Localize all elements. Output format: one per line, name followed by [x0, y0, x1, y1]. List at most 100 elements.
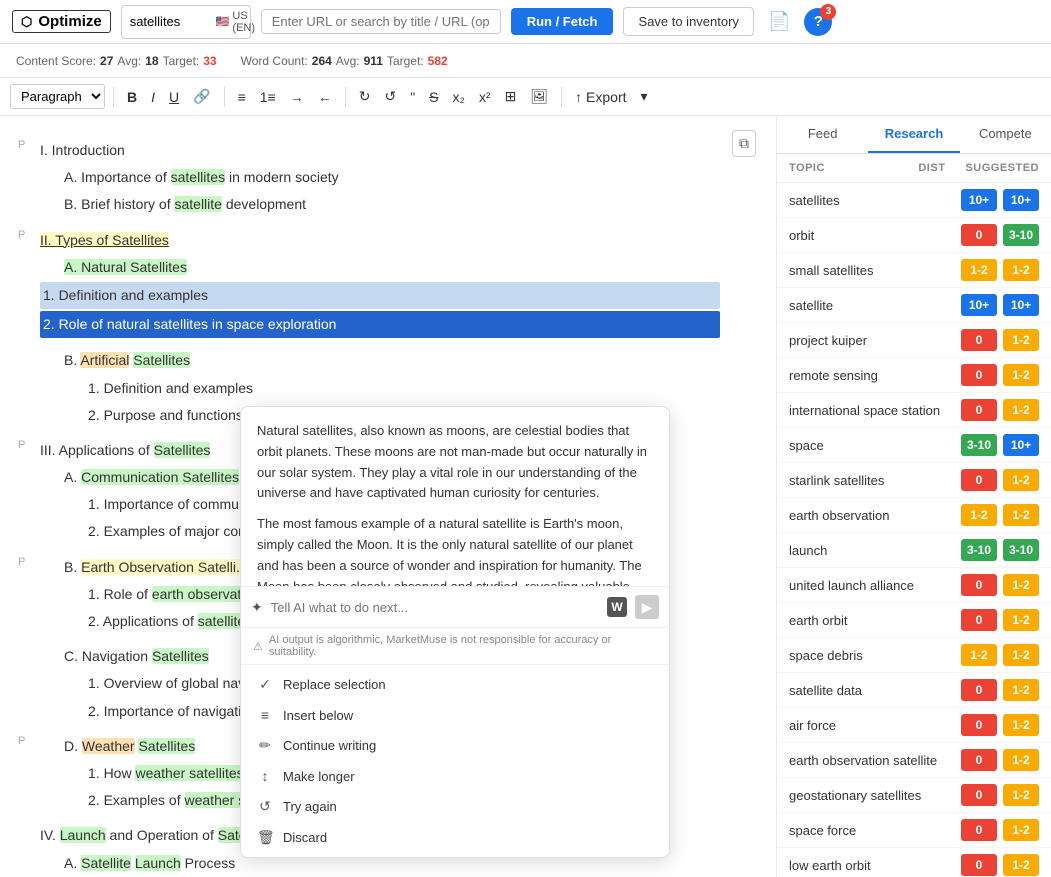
- ai-text-para2: The most famous example of a natural sat…: [257, 514, 653, 587]
- topic-name: geostationary satellites: [789, 788, 955, 803]
- topic-row[interactable]: remote sensing 0 1-2: [777, 358, 1051, 393]
- replace-selection-action[interactable]: ✓ Replace selection: [241, 669, 669, 700]
- tab-compete[interactable]: Compete: [960, 116, 1051, 153]
- outdent-button[interactable]: ←: [313, 86, 337, 108]
- superscript-button[interactable]: x²: [474, 86, 496, 108]
- help-badge[interactable]: ? 3: [804, 8, 832, 36]
- suggested-badge: 1-2: [1003, 504, 1039, 526]
- bold-button[interactable]: B: [122, 86, 142, 108]
- word-count-stat: Word Count: 264 Avg: 911 Target: 582: [241, 54, 448, 68]
- underline-button[interactable]: U: [164, 86, 184, 108]
- topic-row[interactable]: international space station 0 1-2: [777, 393, 1051, 428]
- ai-input-area[interactable]: ✦ W ▶: [241, 587, 669, 628]
- dist-badge: 0: [961, 224, 997, 246]
- keyword-highlight: Communication Satellites: [81, 469, 239, 485]
- stats-bar: Content Score: 27 Avg: 18 Target: 33 Wor…: [0, 44, 1051, 78]
- insert-below-action[interactable]: ≡ Insert below: [241, 700, 669, 730]
- suggested-badge: 10+: [1003, 434, 1039, 456]
- topic-row[interactable]: satellite 10+ 10+: [777, 288, 1051, 323]
- topic-name: earth observation satellite: [789, 753, 955, 768]
- toolbar-separator-2: [224, 87, 225, 107]
- keyword-input[interactable]: [130, 14, 210, 29]
- ai-w-badge: W: [607, 597, 627, 617]
- suggested-badge: 1-2: [1003, 574, 1039, 596]
- toolbar-separator-4: [561, 87, 562, 107]
- tab-feed[interactable]: Feed: [777, 116, 868, 153]
- italic-button[interactable]: I: [146, 86, 160, 108]
- topic-row[interactable]: starlink satellites 0 1-2: [777, 463, 1051, 498]
- table-button[interactable]: ⊞: [500, 85, 522, 108]
- keyword-highlight: Satellite: [81, 855, 131, 871]
- dist-badge: 0: [961, 714, 997, 736]
- suggested-badge: 1-2: [1003, 329, 1039, 351]
- save-to-inventory-button[interactable]: Save to inventory: [623, 7, 753, 36]
- topic-row[interactable]: low earth orbit 0 1-2: [777, 848, 1051, 877]
- dist-badge: 3-10: [961, 539, 997, 561]
- ai-send-button[interactable]: ▶: [635, 595, 659, 619]
- discard-action[interactable]: 🗑 Discard: [241, 822, 669, 853]
- topic-name: remote sensing: [789, 368, 955, 383]
- editor-line-selected: 1. Definition and examples: [40, 282, 720, 309]
- topic-row[interactable]: earth observation satellite 0 1-2: [777, 743, 1051, 778]
- make-longer-action[interactable]: ↕ Make longer: [241, 761, 669, 791]
- more-button[interactable]: ▾: [636, 85, 653, 108]
- tab-research[interactable]: Research: [868, 116, 959, 153]
- toolbar-separator-3: [345, 87, 346, 107]
- keyword-search-box[interactable]: 🇺🇸 US (EN): [121, 5, 251, 39]
- editor-area[interactable]: ⧉ P I. Introduction A. Importance of sat…: [0, 116, 776, 877]
- topic-row[interactable]: project kuiper 0 1-2: [777, 323, 1051, 358]
- suggested-badge: 1-2: [1003, 679, 1039, 701]
- keyword-highlight: earth observatio: [152, 586, 252, 602]
- right-panel: Feed Research Compete TOPIC DIST SUGGEST…: [776, 116, 1051, 877]
- topic-row[interactable]: air force 0 1-2: [777, 708, 1051, 743]
- suggested-badge: 1-2: [1003, 399, 1039, 421]
- keyword-highlight: Weather: [82, 738, 135, 754]
- ordered-list-button[interactable]: 1≡: [255, 86, 281, 108]
- try-again-action[interactable]: ↺ Try again: [241, 791, 669, 822]
- topic-row[interactable]: space debris 1-2 1-2: [777, 638, 1051, 673]
- subscript-button[interactable]: x₂: [448, 86, 470, 108]
- dist-badge: 0: [961, 399, 997, 421]
- blockquote-button[interactable]: ": [405, 86, 420, 108]
- topic-row[interactable]: earth orbit 0 1-2: [777, 603, 1051, 638]
- export-button[interactable]: ↑ Export: [570, 86, 631, 108]
- p-marker: P: [18, 136, 25, 156]
- retry-icon: ↺: [257, 798, 273, 815]
- topic-row[interactable]: launch 3-10 3-10: [777, 533, 1051, 568]
- document-icon-button[interactable]: 📄: [764, 7, 794, 36]
- paragraph-select[interactable]: Paragraph Heading 1 Heading 2: [10, 84, 105, 109]
- suggested-badge: 1-2: [1003, 854, 1039, 876]
- topic-row[interactable]: space 3-10 10+: [777, 428, 1051, 463]
- suggested-badge: 1-2: [1003, 749, 1039, 771]
- ai-text-input[interactable]: [271, 600, 599, 615]
- dist-badge: 0: [961, 574, 997, 596]
- undo-button[interactable]: ↺: [379, 85, 401, 108]
- suggested-badge: 10+: [1003, 189, 1039, 211]
- redo-button[interactable]: ↻: [354, 85, 376, 108]
- insert-icon: ≡: [257, 707, 273, 723]
- topic-row[interactable]: earth observation 1-2 1-2: [777, 498, 1051, 533]
- topic-row[interactable]: satellites 10+ 10+: [777, 183, 1051, 218]
- copy-icon-button[interactable]: ⧉: [732, 130, 756, 157]
- keyword-highlight: Satellites: [133, 352, 190, 368]
- topic-row[interactable]: small satellites 1-2 1-2: [777, 253, 1051, 288]
- topic-row[interactable]: satellite data 0 1-2: [777, 673, 1051, 708]
- bullet-list-button[interactable]: ≡: [233, 86, 251, 108]
- image-button[interactable]: 🖼: [525, 85, 553, 108]
- suggested-badge: 1-2: [1003, 469, 1039, 491]
- topic-row[interactable]: orbit 0 3-10: [777, 218, 1051, 253]
- link-button[interactable]: 🔗: [188, 85, 215, 108]
- topic-row[interactable]: space force 0 1-2: [777, 813, 1051, 848]
- url-search-input[interactable]: [261, 9, 501, 34]
- topic-row[interactable]: united launch alliance 0 1-2: [777, 568, 1051, 603]
- topic-name: satellite: [789, 298, 955, 313]
- run-fetch-button[interactable]: Run / Fetch: [511, 8, 614, 35]
- indent-button[interactable]: →: [285, 86, 309, 108]
- keyword-highlight: weather satellites: [135, 765, 243, 781]
- topic-row[interactable]: geostationary satellites 0 1-2: [777, 778, 1051, 813]
- topic-name: launch: [789, 543, 955, 558]
- continue-writing-action[interactable]: ✏ Continue writing: [241, 730, 669, 761]
- toolbar: Paragraph Heading 1 Heading 2 B I U 🔗 ≡ …: [0, 78, 1051, 116]
- strikethrough-button[interactable]: S: [424, 86, 443, 108]
- dist-badge: 0: [961, 469, 997, 491]
